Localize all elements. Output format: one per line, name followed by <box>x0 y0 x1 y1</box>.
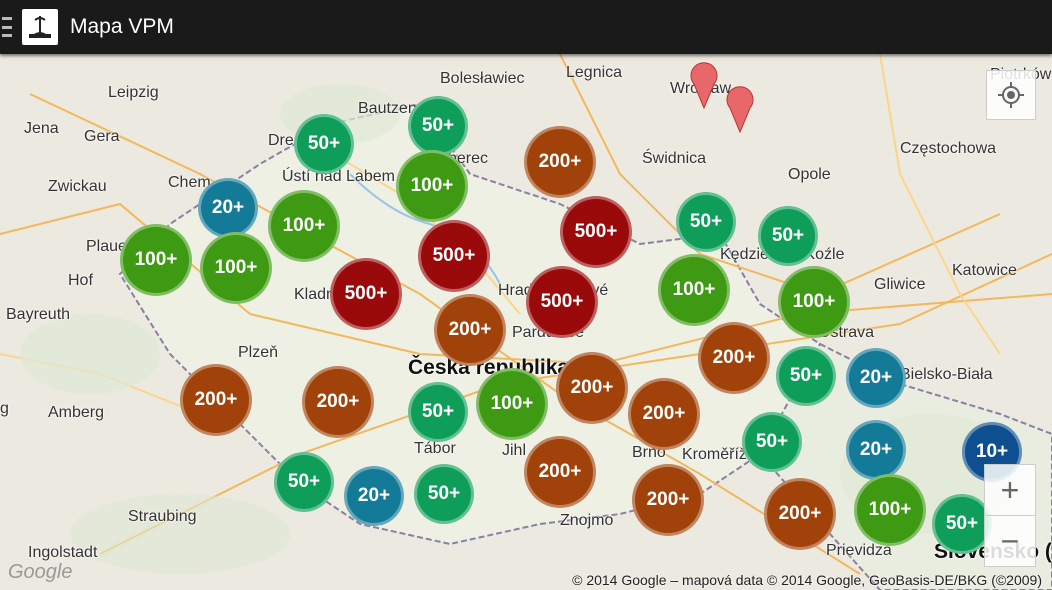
marker-cluster[interactable]: 50+ <box>758 206 818 266</box>
city-label: Legnica <box>566 64 623 81</box>
marker-cluster[interactable]: 500+ <box>330 258 402 330</box>
marker-cluster[interactable]: 100+ <box>476 368 548 440</box>
city-label: Bolesławiec <box>440 70 525 87</box>
city-label: Bayreuth <box>6 306 71 323</box>
marker-cluster[interactable]: 200+ <box>698 322 770 394</box>
zoom-controls: + − <box>984 464 1036 567</box>
city-label: Zwickau <box>48 178 107 195</box>
city-label: Jena <box>24 120 59 137</box>
city-label: Gera <box>84 128 120 145</box>
marker-cluster[interactable]: 200+ <box>764 478 836 550</box>
marker-cluster[interactable]: 500+ <box>418 220 490 292</box>
city-label: Leipzig <box>108 84 159 101</box>
city-label: Ústí nad Labem <box>282 168 395 185</box>
city-label: Bautzen <box>358 100 417 117</box>
marker-cluster[interactable]: 200+ <box>180 364 252 436</box>
marker-cluster[interactable]: 50+ <box>776 346 836 406</box>
app-logo[interactable] <box>22 9 58 45</box>
city-label: Straubing <box>128 508 197 525</box>
marker-cluster[interactable]: 100+ <box>120 224 192 296</box>
marker-cluster[interactable]: 50+ <box>274 452 334 512</box>
map-attribution: © 2014 Google – mapová data © 2014 Googl… <box>572 572 1042 588</box>
marker-cluster[interactable]: 50+ <box>676 192 736 252</box>
city-label: Częstochowa <box>900 140 997 157</box>
marker-cluster[interactable]: 200+ <box>524 436 596 508</box>
map-pin-icon[interactable] <box>725 84 755 134</box>
app-title: Mapa VPM <box>70 15 174 38</box>
city-label: Hof <box>68 272 93 289</box>
marker-cluster[interactable]: 20+ <box>198 178 258 238</box>
city-label: Znojmo <box>560 512 614 529</box>
menu-icon[interactable] <box>0 17 18 37</box>
google-logo: Google <box>8 561 73 583</box>
marker-cluster[interactable]: 20+ <box>344 466 404 526</box>
city-label: Ingolstadt <box>28 544 98 561</box>
city-label: Opole <box>788 166 831 183</box>
marker-cluster[interactable]: 200+ <box>524 126 596 198</box>
marker-cluster[interactable]: 200+ <box>302 366 374 438</box>
marker-cluster[interactable]: 20+ <box>846 420 906 480</box>
zoom-out-button[interactable]: − <box>985 515 1035 566</box>
marker-cluster[interactable]: 50+ <box>932 494 992 554</box>
marker-cluster[interactable]: 200+ <box>632 464 704 536</box>
my-location-button[interactable] <box>986 70 1036 120</box>
city-label: Plzeň <box>238 344 279 361</box>
map-pin-icon[interactable] <box>689 60 719 110</box>
marker-cluster[interactable]: 20+ <box>846 348 906 408</box>
city-label: Dre <box>268 132 294 149</box>
marker-cluster[interactable]: 50+ <box>414 464 474 524</box>
city-label: Bielsko-Biała <box>900 366 993 383</box>
app-bar: Mapa VPM <box>0 0 1052 54</box>
map-view[interactable]: Leipzig Jena Gera Zwickau Chem Plaue Hof Bayreu… <box>0 54 1052 590</box>
marker-cluster[interactable]: 50+ <box>294 114 354 174</box>
marker-cluster[interactable]: 50+ <box>408 382 468 442</box>
city-label: Kladn <box>294 286 335 303</box>
marker-cluster[interactable]: 100+ <box>268 190 340 262</box>
marker-cluster[interactable]: 200+ <box>556 352 628 424</box>
marker-cluster[interactable]: 50+ <box>742 412 802 472</box>
crosshair-icon <box>998 82 1024 108</box>
city-label: Amberg <box>48 404 105 421</box>
marker-cluster[interactable]: 100+ <box>854 474 926 546</box>
marker-cluster[interactable]: 500+ <box>560 196 632 268</box>
city-label: Gliwice <box>874 276 926 293</box>
marker-cluster[interactable]: 100+ <box>396 150 468 222</box>
city-label: Tábor <box>414 440 456 457</box>
city-label: Świdnica <box>642 150 707 167</box>
city-label: g <box>0 400 9 417</box>
city-label: Kroměříž <box>682 446 747 463</box>
marker-cluster[interactable]: 100+ <box>200 232 272 304</box>
marker-cluster[interactable]: 50+ <box>408 96 468 156</box>
marker-cluster[interactable]: 200+ <box>628 378 700 450</box>
marker-cluster[interactable]: 100+ <box>778 266 850 338</box>
city-label: Katowice <box>952 262 1017 279</box>
city-label: Jihl <box>502 442 527 459</box>
zoom-in-button[interactable]: + <box>985 465 1035 515</box>
marker-cluster[interactable]: 200+ <box>434 294 506 366</box>
marker-cluster[interactable]: 500+ <box>526 266 598 338</box>
marker-cluster[interactable]: 100+ <box>658 254 730 326</box>
